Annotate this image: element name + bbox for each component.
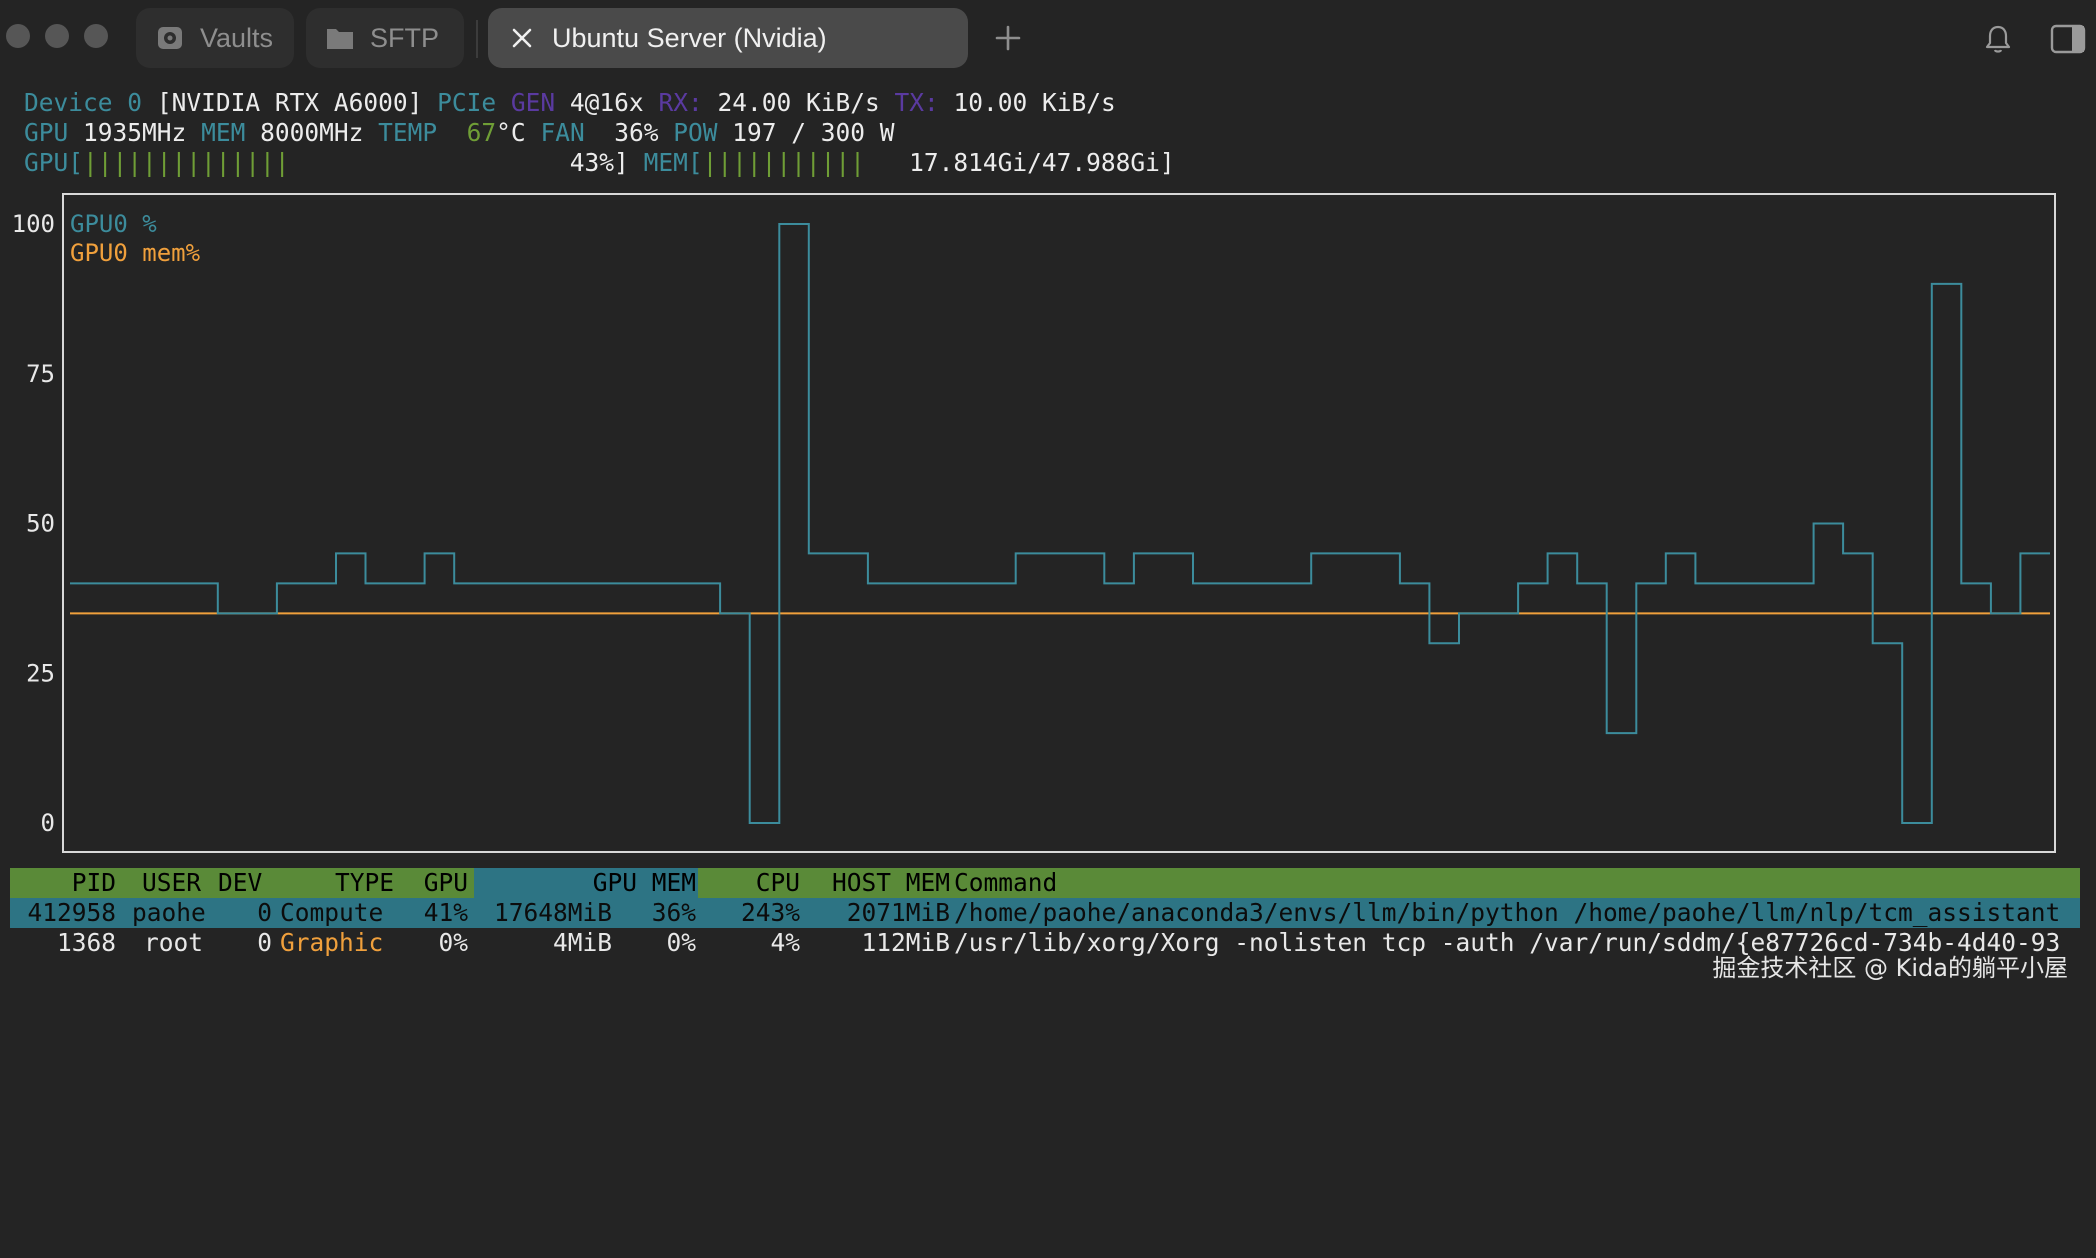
tx-label: TX: [895,88,939,117]
gpu-bar-label: GPU[ [24,148,83,177]
col-dev[interactable]: DEV [218,868,262,898]
process-pid: 412958 [10,898,116,928]
process-host-mem: 112MiB [800,928,950,958]
gpu-clock-label: GPU [24,118,68,147]
tab-divider [476,20,478,58]
process-gpu-mem-pct: 0% [620,928,696,958]
process-host-mem: 2071MiB [800,898,950,928]
process-gpu: 0% [394,928,468,958]
process-command: /home/paohe/anaconda3/envs/llm/bin/pytho… [954,898,2060,928]
gpu-bar-padding [290,148,570,177]
clock-info-line: GPU 1935MHz MEM 8000MHz TEMP 67°C FAN 36… [24,118,895,148]
tab-vaults[interactable]: Vaults [136,8,294,68]
tab-ubuntu-server[interactable]: Ubuntu Server (Nvidia) [488,8,968,68]
gpu-usage-bar: |||||||||||||| [83,148,290,177]
folder-icon [324,22,356,54]
process-dev: 0 [210,928,272,958]
y-tick-label: 75 [26,360,55,388]
sidebar-toggle-icon[interactable] [2048,22,2088,56]
series-line-gpu0-util [70,224,2050,823]
mem-bar-padding [865,148,909,177]
mem-usage-bar: ||||||||||| [703,148,865,177]
process-row[interactable]: 412958 paohe 0 Compute 41% 17648MiB 36% … [10,898,2080,928]
col-host-mem[interactable]: HOST MEM [800,868,950,898]
mem-clock-value: 8000MHz [260,118,363,147]
col-user[interactable]: USER [142,868,201,898]
vault-icon [154,22,186,54]
temp-unit: °C [496,118,526,147]
col-gpu[interactable]: GPU [394,868,468,898]
rx-label: RX: [658,88,702,117]
tab-sftp[interactable]: SFTP [306,8,464,68]
plus-icon[interactable] [988,22,1028,54]
temp-label: TEMP [378,118,437,147]
process-user: paohe [132,898,206,928]
device-index: 0 [127,88,142,117]
col-pid[interactable]: PID [10,868,116,898]
window-zoom-button[interactable] [84,24,108,48]
tab-ubuntu-server-label: Ubuntu Server (Nvidia) [552,23,827,54]
col-gpu-mem[interactable]: GPU MEM [480,868,696,898]
tab-vaults-label: Vaults [200,23,273,54]
y-axis-ticks: 100 75 50 25 0 [12,210,55,837]
pcie-label: PCIe [437,88,496,117]
col-command[interactable]: Command [954,868,1057,898]
device-name: [NVIDIA RTX A6000] [157,88,423,117]
window-minimize-button[interactable] [45,24,69,48]
temp-value: 67 [467,118,497,147]
process-user: root [144,928,203,958]
process-gpu: 41% [394,898,468,928]
process-type: Graphic [280,928,383,958]
chart-frame [63,194,2055,852]
legend-gpu0-mem: GPU0 mem% [70,239,201,267]
mem-clock-label: MEM [201,118,245,147]
tab-sftp-label: SFTP [370,23,439,54]
process-gpu-mem: 4MiB [480,928,612,958]
tx-value: 10.00 KiB/s [954,88,1116,117]
device-info-line: Device 0 [NVIDIA RTX A6000] PCIe GEN 4@1… [24,88,1116,118]
y-tick-label: 0 [41,809,55,837]
y-tick-label: 50 [26,510,55,538]
fan-value: 36% [614,118,658,147]
bell-icon[interactable] [1980,22,2016,56]
gpu-clock-value: 1935MHz [83,118,186,147]
col-type[interactable]: TYPE [280,868,394,898]
gpu-usage-chart: 100 75 50 25 0 GPU0 % GPU0 mem% [0,186,2096,856]
device-label: Device [24,88,113,117]
process-cpu: 4% [710,928,800,958]
power-label: POW [673,118,717,147]
mem-bar-value: 17.814Gi/47.988Gi] [909,148,1175,177]
process-type: Compute [280,898,383,928]
rx-value: 24.00 KiB/s [717,88,879,117]
process-pid: 1368 [10,928,116,958]
title-bar: Vaults SFTP Ubuntu Server (Nvidia) [0,0,2096,76]
process-gpu-mem-pct: 36% [620,898,696,928]
close-icon[interactable] [506,22,538,54]
window-close-button[interactable] [6,24,30,48]
gen-label: GEN [511,88,555,117]
process-table-header: PID USER DEV TYPE GPU GPU MEM CPU HOST M… [10,868,2080,898]
legend-gpu0-util: GPU0 % [70,210,157,238]
gen-value: 4@16x [570,88,644,117]
process-cpu: 243% [710,898,800,928]
usage-bars-line: GPU[|||||||||||||| 43%] MEM[||||||||||| … [24,148,1175,178]
gpu-bar-value: 43%] [570,148,629,177]
watermark: 掘金技术社区 @ Kida的躺平小屋 [1712,948,2068,983]
y-tick-label: 100 [12,210,55,238]
power-value: 197 / 300 W [732,118,894,147]
fan-label: FAN [540,118,584,147]
process-gpu-mem: 17648MiB [480,898,612,928]
mem-bar-label: MEM[ [644,148,703,177]
process-dev: 0 [210,898,272,928]
y-tick-label: 25 [26,659,55,687]
col-cpu[interactable]: CPU [710,868,800,898]
